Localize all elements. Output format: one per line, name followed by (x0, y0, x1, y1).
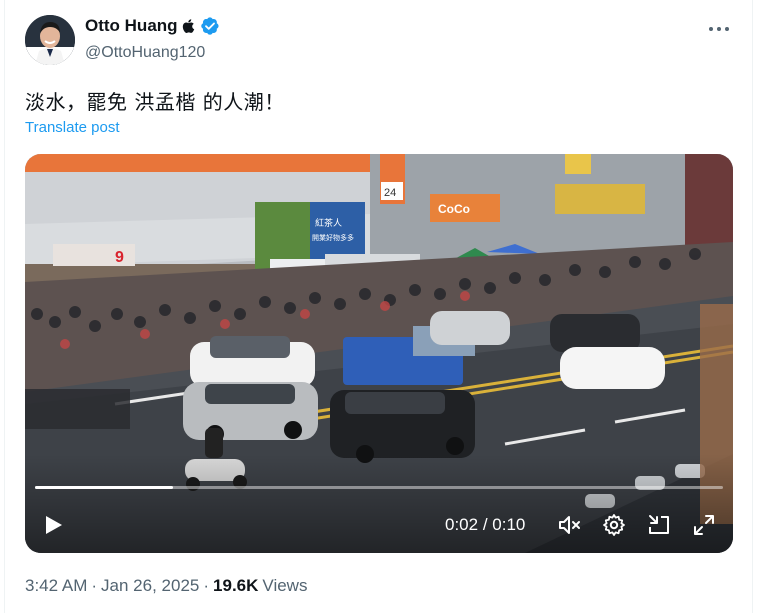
gear-icon (603, 514, 625, 536)
apple-icon (182, 18, 196, 34)
video-player[interactable]: 9 紅茶人 開業好物多多 24 CoCo 0:02 / 0:10 (25, 154, 733, 553)
video-duration: 0:10 (492, 515, 526, 534)
avatar-photo (25, 15, 75, 65)
video-current-time: 0:02 (445, 515, 479, 534)
muted-speaker-icon (559, 516, 580, 534)
author-name-row: Otto Huang (85, 16, 220, 36)
display-name[interactable]: Otto Huang (85, 16, 178, 36)
fullscreen-button[interactable] (692, 513, 716, 537)
meta-dot: · (203, 576, 210, 595)
post-time[interactable]: 3:42 AM (25, 576, 87, 596)
fullscreen-expand-icon (694, 515, 714, 535)
store-sign-text: CoCo (438, 202, 470, 216)
settings-button[interactable] (602, 513, 626, 537)
views-label: Views (262, 576, 308, 595)
post-date[interactable]: Jan 26, 2025 (101, 576, 199, 596)
banner-title-text: 紅茶人 (315, 217, 342, 229)
verified-badge-icon[interactable] (200, 16, 220, 36)
tweet-meta-row: 3:42 AM · Jan 26, 2025 · 19.6K Views (25, 576, 307, 596)
video-progress-bar[interactable] (35, 486, 723, 489)
banner-sub-text: 開業好物多多 (312, 233, 354, 242)
tweet-card: Otto Huang @OttoHuang120 淡水，罷免 洪孟楷 的人潮！ … (4, 0, 753, 613)
play-icon (46, 516, 62, 534)
play-button[interactable] (41, 513, 65, 537)
shop-sign-text: 9 (115, 249, 124, 266)
avatar[interactable] (25, 15, 75, 65)
mute-button[interactable] (557, 513, 581, 537)
translate-post-link[interactable]: Translate post (25, 119, 120, 136)
more-options-button[interactable] (706, 16, 732, 42)
pip-arrow-icon (649, 515, 669, 534)
video-time-separator: / (482, 515, 488, 534)
meta-dot: · (91, 576, 98, 595)
minimize-player-button[interactable] (647, 513, 671, 537)
video-frame: 9 紅茶人 開業好物多多 24 CoCo (25, 154, 733, 553)
video-time-readout: 0:02 / 0:10 (445, 515, 525, 535)
tweet-text: 淡水，罷免 洪孟楷 的人潮！ (25, 90, 285, 114)
video-progress-fill (35, 486, 173, 489)
author-handle[interactable]: @OttoHuang120 (85, 44, 205, 62)
more-dots-icon (709, 27, 729, 31)
corner-sign-text: 24 (384, 187, 396, 199)
views-count[interactable]: 19.6K (213, 576, 258, 596)
